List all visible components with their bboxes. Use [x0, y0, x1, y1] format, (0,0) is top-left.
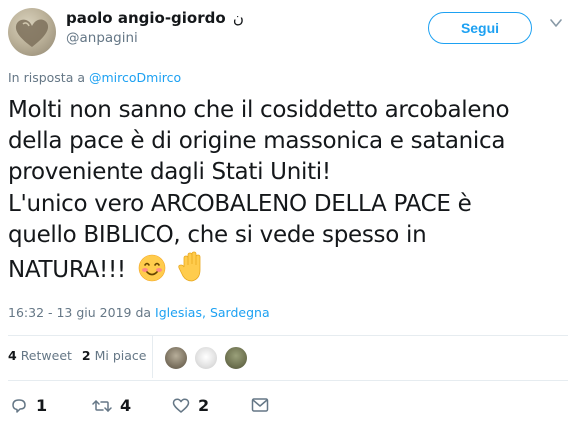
- liker-avatar[interactable]: [164, 346, 188, 370]
- reply-context-prefix: In risposta a: [8, 70, 85, 85]
- user-handle[interactable]: @anpagini: [66, 30, 138, 46]
- retweet-count: 4: [120, 396, 132, 415]
- direct-message-action[interactable]: [251, 397, 277, 413]
- tweet-line: proveniente dagli Stati Uniti!: [8, 159, 331, 186]
- retweets-count: 4: [8, 348, 17, 363]
- envelope-icon: [251, 398, 269, 412]
- tweet-line: della pace è di origine massonica e sata…: [8, 128, 506, 155]
- tweet-line: L'unico vero ARCOBALENO DELLA PACE è: [8, 190, 472, 217]
- reply-count: 1: [36, 396, 48, 415]
- reply-mention-link[interactable]: @mircoDmirco: [89, 70, 181, 85]
- likes-stat[interactable]: 2 Mi piace: [82, 348, 147, 363]
- follow-button[interactable]: Segui: [428, 12, 532, 44]
- tweet-line: Molti non sanno che il cosiddetto arcoba…: [8, 97, 510, 123]
- reply-action[interactable]: 1: [10, 396, 47, 415]
- likes-label: Mi piace: [94, 348, 147, 363]
- tweet-last-line: NATURA!!!: [8, 251, 568, 286]
- place-region-link[interactable]: Sardegna: [210, 305, 270, 320]
- tweet-line: NATURA!!!: [8, 257, 126, 284]
- tweet-stats: 4 Retweet 2 Mi piace: [8, 348, 156, 363]
- place-city-link[interactable]: Iglesias: [155, 305, 202, 320]
- liker-avatar[interactable]: [224, 346, 248, 370]
- timestamp-text[interactable]: 16:32 - 13 giu 2019 da: [8, 305, 151, 320]
- like-action[interactable]: 2: [172, 396, 209, 415]
- tweet-timestamp: 16:32 - 13 giu 2019 da Iglesias, Sardegn…: [8, 305, 270, 320]
- retweets-label: Retweet: [20, 348, 72, 363]
- tweet-line: quello BIBLICO, che si vede spesso in: [8, 221, 427, 248]
- heart-icon: [172, 397, 190, 413]
- divider: [8, 380, 568, 381]
- smiling-face-emoji: [138, 254, 166, 282]
- tweet-text: Molti non sanno che il cosiddetto arcoba…: [8, 95, 568, 286]
- heart-stone-icon: [15, 19, 49, 47]
- avatar[interactable]: [8, 8, 56, 56]
- chevron-down-icon[interactable]: [549, 16, 563, 30]
- divider: [8, 335, 568, 336]
- display-name-text[interactable]: paolo angio-giordo: [66, 9, 226, 27]
- retweet-action[interactable]: 4: [92, 396, 131, 415]
- likes-count: 2: [81, 348, 91, 363]
- display-name[interactable]: paolo angio-giordo ن: [66, 9, 244, 27]
- stats-separator: [152, 336, 153, 378]
- retweets-stat[interactable]: 4 Retweet: [8, 348, 72, 363]
- display-name-suffix: ن: [232, 9, 244, 27]
- place-separator: ,: [201, 305, 206, 320]
- reply-context: In risposta a @mircoDmirco: [8, 70, 181, 85]
- reply-icon: [12, 398, 26, 413]
- liker-avatar[interactable]: [194, 346, 218, 370]
- retweet-icon: [92, 399, 112, 412]
- like-count: 2: [198, 396, 210, 415]
- raised-hand-emoji: [178, 251, 201, 282]
